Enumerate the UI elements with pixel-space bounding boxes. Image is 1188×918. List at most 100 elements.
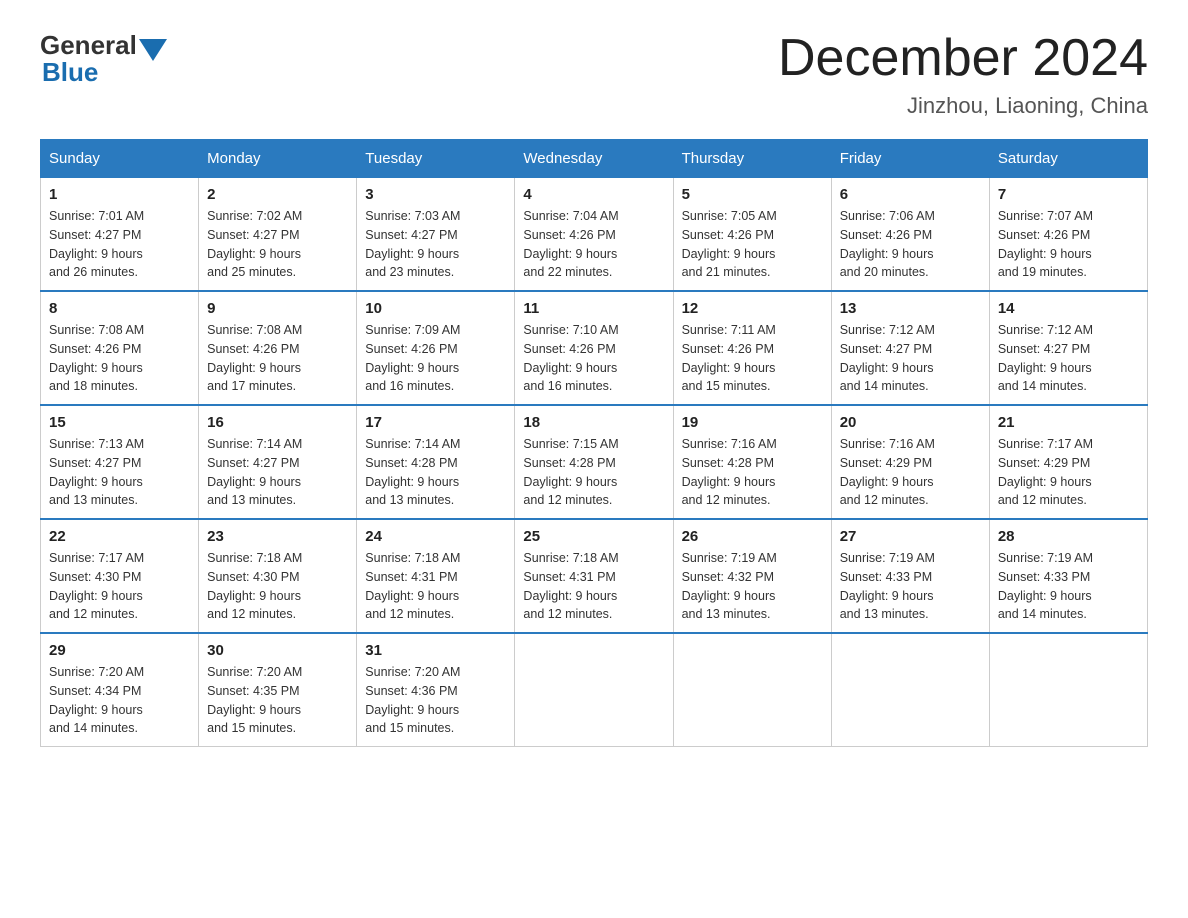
day-info: Sunrise: 7:16 AMSunset: 4:28 PMDaylight:… — [682, 437, 777, 507]
day-number: 26 — [682, 528, 823, 545]
day-number: 2 — [207, 186, 348, 203]
day-number: 24 — [365, 528, 506, 545]
day-info: Sunrise: 7:20 AMSunset: 4:35 PMDaylight:… — [207, 665, 302, 735]
day-info: Sunrise: 7:09 AMSunset: 4:26 PMDaylight:… — [365, 323, 460, 393]
day-info: Sunrise: 7:18 AMSunset: 4:31 PMDaylight:… — [365, 551, 460, 621]
day-number: 21 — [998, 414, 1139, 431]
day-number: 9 — [207, 300, 348, 317]
day-number: 29 — [49, 642, 190, 659]
calendar-cell: 31 Sunrise: 7:20 AMSunset: 4:36 PMDaylig… — [357, 633, 515, 747]
day-number: 13 — [840, 300, 981, 317]
calendar-cell — [673, 633, 831, 747]
calendar-cell: 18 Sunrise: 7:15 AMSunset: 4:28 PMDaylig… — [515, 405, 673, 519]
calendar-cell: 2 Sunrise: 7:02 AMSunset: 4:27 PMDayligh… — [199, 178, 357, 292]
calendar-cell: 26 Sunrise: 7:19 AMSunset: 4:32 PMDaylig… — [673, 519, 831, 633]
day-number: 1 — [49, 186, 190, 203]
calendar-cell: 21 Sunrise: 7:17 AMSunset: 4:29 PMDaylig… — [989, 405, 1147, 519]
day-info: Sunrise: 7:02 AMSunset: 4:27 PMDaylight:… — [207, 209, 302, 279]
calendar-cell: 14 Sunrise: 7:12 AMSunset: 4:27 PMDaylig… — [989, 291, 1147, 405]
calendar-cell — [989, 633, 1147, 747]
day-number: 22 — [49, 528, 190, 545]
calendar-week-row: 22 Sunrise: 7:17 AMSunset: 4:30 PMDaylig… — [41, 519, 1148, 633]
calendar-cell: 5 Sunrise: 7:05 AMSunset: 4:26 PMDayligh… — [673, 178, 831, 292]
day-number: 17 — [365, 414, 506, 431]
day-info: Sunrise: 7:19 AMSunset: 4:33 PMDaylight:… — [840, 551, 935, 621]
day-info: Sunrise: 7:20 AMSunset: 4:36 PMDaylight:… — [365, 665, 460, 735]
calendar-cell — [831, 633, 989, 747]
day-number: 10 — [365, 300, 506, 317]
calendar-cell: 16 Sunrise: 7:14 AMSunset: 4:27 PMDaylig… — [199, 405, 357, 519]
day-info: Sunrise: 7:19 AMSunset: 4:32 PMDaylight:… — [682, 551, 777, 621]
calendar-cell: 20 Sunrise: 7:16 AMSunset: 4:29 PMDaylig… — [831, 405, 989, 519]
header-tuesday: Tuesday — [357, 140, 515, 178]
logo-container: General Blue — [40, 30, 167, 88]
day-number: 3 — [365, 186, 506, 203]
day-number: 14 — [998, 300, 1139, 317]
header-friday: Friday — [831, 140, 989, 178]
day-number: 4 — [523, 186, 664, 203]
calendar-cell: 11 Sunrise: 7:10 AMSunset: 4:26 PMDaylig… — [515, 291, 673, 405]
day-info: Sunrise: 7:12 AMSunset: 4:27 PMDaylight:… — [998, 323, 1093, 393]
calendar-cell: 7 Sunrise: 7:07 AMSunset: 4:26 PMDayligh… — [989, 178, 1147, 292]
header-monday: Monday — [199, 140, 357, 178]
day-info: Sunrise: 7:01 AMSunset: 4:27 PMDaylight:… — [49, 209, 144, 279]
day-info: Sunrise: 7:07 AMSunset: 4:26 PMDaylight:… — [998, 209, 1093, 279]
day-number: 11 — [523, 300, 664, 317]
calendar-cell: 30 Sunrise: 7:20 AMSunset: 4:35 PMDaylig… — [199, 633, 357, 747]
day-info: Sunrise: 7:12 AMSunset: 4:27 PMDaylight:… — [840, 323, 935, 393]
page-title: December 2024 — [778, 30, 1148, 87]
calendar-cell: 22 Sunrise: 7:17 AMSunset: 4:30 PMDaylig… — [41, 519, 199, 633]
day-number: 7 — [998, 186, 1139, 203]
day-number: 12 — [682, 300, 823, 317]
logo: General Blue — [40, 30, 167, 88]
day-info: Sunrise: 7:08 AMSunset: 4:26 PMDaylight:… — [49, 323, 144, 393]
calendar-cell: 3 Sunrise: 7:03 AMSunset: 4:27 PMDayligh… — [357, 178, 515, 292]
day-info: Sunrise: 7:05 AMSunset: 4:26 PMDaylight:… — [682, 209, 777, 279]
calendar-week-row: 1 Sunrise: 7:01 AMSunset: 4:27 PMDayligh… — [41, 178, 1148, 292]
calendar-cell: 8 Sunrise: 7:08 AMSunset: 4:26 PMDayligh… — [41, 291, 199, 405]
calendar-cell: 4 Sunrise: 7:04 AMSunset: 4:26 PMDayligh… — [515, 178, 673, 292]
day-number: 19 — [682, 414, 823, 431]
calendar-cell: 10 Sunrise: 7:09 AMSunset: 4:26 PMDaylig… — [357, 291, 515, 405]
calendar-week-row: 8 Sunrise: 7:08 AMSunset: 4:26 PMDayligh… — [41, 291, 1148, 405]
day-number: 25 — [523, 528, 664, 545]
calendar-week-row: 29 Sunrise: 7:20 AMSunset: 4:34 PMDaylig… — [41, 633, 1148, 747]
day-number: 30 — [207, 642, 348, 659]
day-number: 23 — [207, 528, 348, 545]
calendar-cell: 28 Sunrise: 7:19 AMSunset: 4:33 PMDaylig… — [989, 519, 1147, 633]
day-info: Sunrise: 7:17 AMSunset: 4:29 PMDaylight:… — [998, 437, 1093, 507]
page-subtitle: Jinzhou, Liaoning, China — [778, 93, 1148, 119]
day-number: 20 — [840, 414, 981, 431]
calendar-cell: 29 Sunrise: 7:20 AMSunset: 4:34 PMDaylig… — [41, 633, 199, 747]
logo-blue-text: Blue — [42, 57, 98, 88]
day-info: Sunrise: 7:16 AMSunset: 4:29 PMDaylight:… — [840, 437, 935, 507]
calendar-cell: 19 Sunrise: 7:16 AMSunset: 4:28 PMDaylig… — [673, 405, 831, 519]
calendar-table: SundayMondayTuesdayWednesdayThursdayFrid… — [40, 139, 1148, 747]
calendar-cell: 13 Sunrise: 7:12 AMSunset: 4:27 PMDaylig… — [831, 291, 989, 405]
day-number: 18 — [523, 414, 664, 431]
calendar-cell: 15 Sunrise: 7:13 AMSunset: 4:27 PMDaylig… — [41, 405, 199, 519]
calendar-cell: 17 Sunrise: 7:14 AMSunset: 4:28 PMDaylig… — [357, 405, 515, 519]
day-info: Sunrise: 7:15 AMSunset: 4:28 PMDaylight:… — [523, 437, 618, 507]
day-info: Sunrise: 7:08 AMSunset: 4:26 PMDaylight:… — [207, 323, 302, 393]
calendar-cell: 23 Sunrise: 7:18 AMSunset: 4:30 PMDaylig… — [199, 519, 357, 633]
calendar-cell: 12 Sunrise: 7:11 AMSunset: 4:26 PMDaylig… — [673, 291, 831, 405]
page-header: General Blue December 2024 Jinzhou, Liao… — [40, 30, 1148, 119]
header-saturday: Saturday — [989, 140, 1147, 178]
calendar-cell: 25 Sunrise: 7:18 AMSunset: 4:31 PMDaylig… — [515, 519, 673, 633]
day-info: Sunrise: 7:10 AMSunset: 4:26 PMDaylight:… — [523, 323, 618, 393]
calendar-week-row: 15 Sunrise: 7:13 AMSunset: 4:27 PMDaylig… — [41, 405, 1148, 519]
day-number: 31 — [365, 642, 506, 659]
day-info: Sunrise: 7:20 AMSunset: 4:34 PMDaylight:… — [49, 665, 144, 735]
day-info: Sunrise: 7:14 AMSunset: 4:28 PMDaylight:… — [365, 437, 460, 507]
day-number: 6 — [840, 186, 981, 203]
day-info: Sunrise: 7:11 AMSunset: 4:26 PMDaylight:… — [682, 323, 776, 393]
calendar-header-row: SundayMondayTuesdayWednesdayThursdayFrid… — [41, 140, 1148, 178]
header-wednesday: Wednesday — [515, 140, 673, 178]
calendar-cell: 27 Sunrise: 7:19 AMSunset: 4:33 PMDaylig… — [831, 519, 989, 633]
calendar-cell: 9 Sunrise: 7:08 AMSunset: 4:26 PMDayligh… — [199, 291, 357, 405]
day-number: 5 — [682, 186, 823, 203]
day-number: 15 — [49, 414, 190, 431]
calendar-cell: 1 Sunrise: 7:01 AMSunset: 4:27 PMDayligh… — [41, 178, 199, 292]
title-area: December 2024 Jinzhou, Liaoning, China — [778, 30, 1148, 119]
